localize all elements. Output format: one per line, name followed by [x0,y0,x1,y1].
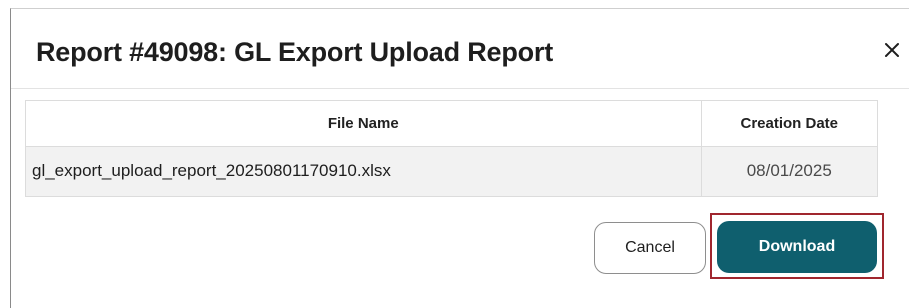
download-button[interactable]: Download [717,221,877,273]
close-button[interactable] [879,37,905,63]
cancel-button[interactable]: Cancel [594,222,706,274]
close-icon [885,43,899,57]
column-header-creation-date[interactable]: Creation Date [700,101,877,147]
dialog-title: Report #49098: GL Export Upload Report [36,37,554,67]
table-row[interactable]: gl_export_upload_report_20250801170910.x… [26,146,877,196]
report-files-table: File Name Creation Date gl_export_upload… [25,100,878,197]
creation-date-cell: 08/01/2025 [700,146,877,196]
column-header-file-name[interactable]: File Name [26,101,701,147]
dialog-header: Report #49098: GL Export Upload Report [11,9,909,89]
file-name-cell: gl_export_upload_report_20250801170910.x… [26,146,701,196]
table-header-row: File Name Creation Date [26,101,877,147]
